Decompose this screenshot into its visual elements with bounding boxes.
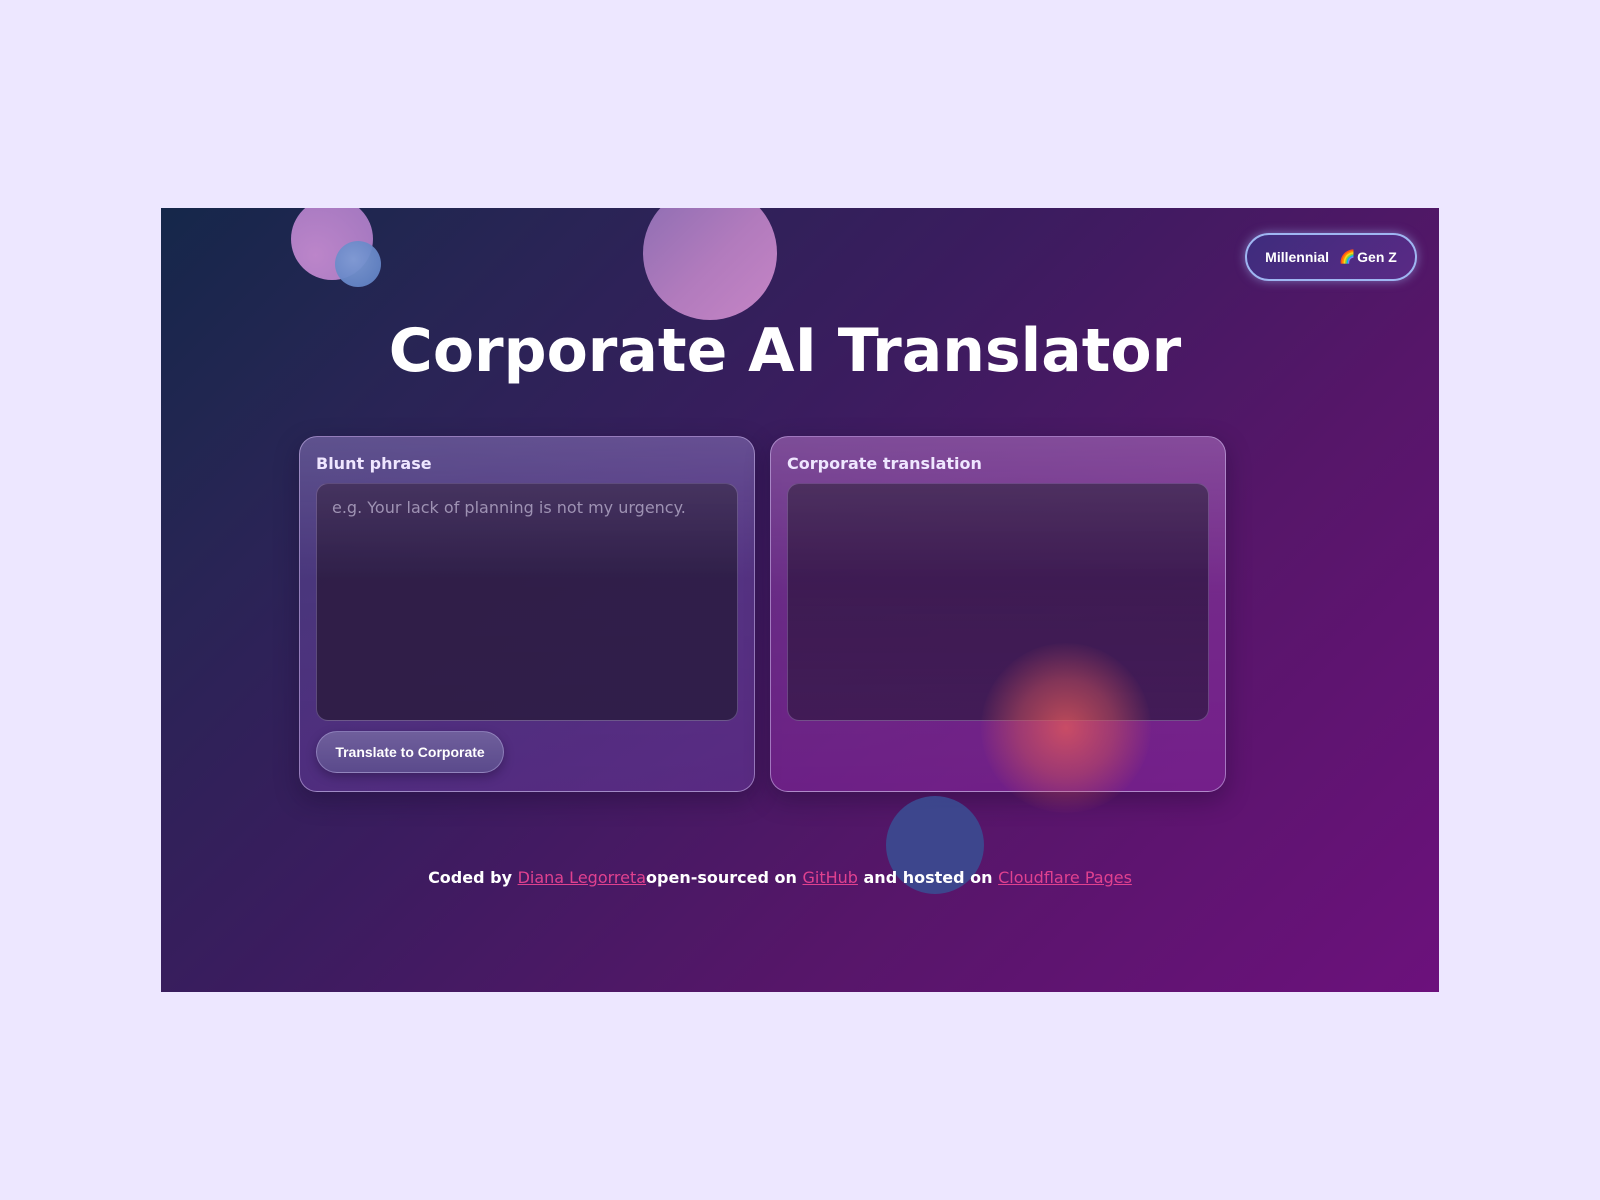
rainbow-icon: 🌈 [1338, 249, 1356, 264]
corporate-translation-output[interactable] [787, 483, 1209, 721]
page-title: Corporate AI Translator [388, 316, 1182, 386]
input-panel-label: Blunt phrase [316, 454, 432, 473]
output-panel-label: Corporate translation [787, 454, 982, 473]
author-link[interactable]: Diana Legorreta [518, 868, 646, 887]
output-panel: Corporate translation [770, 436, 1226, 792]
decorative-bubble [643, 208, 777, 320]
footer-open-sourced-text: open-sourced on [646, 868, 803, 887]
toggle-right-group: 🌈 Gen Z [1339, 249, 1397, 265]
toggle-right-label: Gen Z [1357, 249, 1397, 265]
translate-button[interactable]: Translate to Corporate [316, 731, 504, 773]
footer-coded-by-text: Coded by [428, 868, 518, 887]
blunt-phrase-input[interactable] [316, 483, 738, 721]
cloudflare-pages-link[interactable]: Cloudflare Pages [998, 868, 1132, 887]
footer-hosted-text: and hosted on [857, 868, 999, 887]
generation-toggle-button[interactable]: Millennial 🌈 Gen Z [1245, 233, 1417, 281]
app-frame: Millennial 🌈 Gen Z Corporate AI Translat… [161, 208, 1439, 992]
github-link[interactable]: GitHub [802, 868, 857, 887]
footer-credits: Coded by Diana Legorretaopen-sourced on … [161, 868, 1439, 887]
decorative-bubble [335, 241, 381, 287]
decorative-bubble [291, 208, 373, 280]
input-panel: Blunt phrase Translate to Corporate [299, 436, 755, 792]
toggle-left-label: Millennial [1265, 249, 1329, 265]
